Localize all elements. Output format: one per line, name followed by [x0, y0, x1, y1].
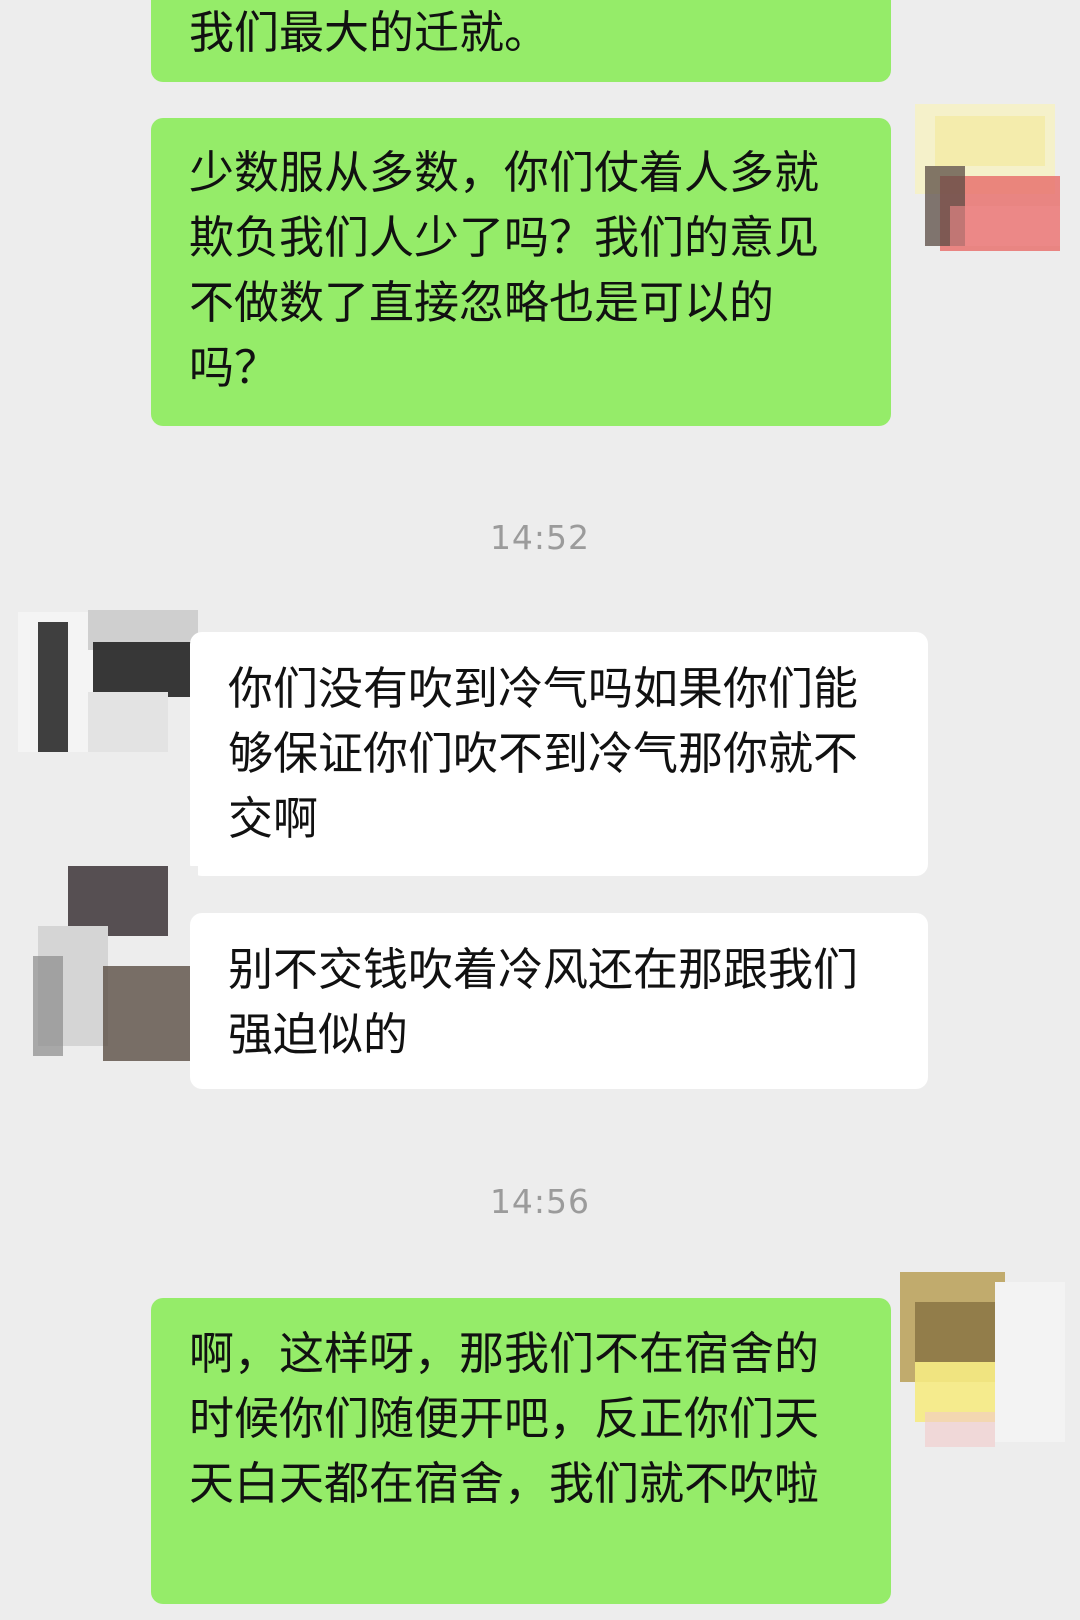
avatar-self-icon[interactable]	[895, 1262, 1070, 1452]
message-bubble-sent[interactable]: 我们最大的迁就。	[151, 0, 891, 82]
avatar-self-icon[interactable]	[905, 96, 1065, 266]
message-bubble-sent[interactable]: 少数服从多数，你们仗着人多就欺负我们人少了吗？我们的意见不做数了直接忽略也是可以…	[151, 118, 891, 426]
avatar-contact-icon[interactable]	[8, 866, 198, 1066]
message-bubble-received[interactable]: 你们没有吹到冷气吗如果你们能够保证你们吹不到冷气那你就不交啊	[190, 632, 928, 876]
message-bubble-received[interactable]: 别不交钱吹着冷风还在那跟我们强迫似的	[190, 913, 928, 1089]
message-bubble-sent[interactable]: 啊，这样呀，那我们不在宿舍的时候你们随便开吧，反正你们天天白天都在宿舍，我们就不…	[151, 1298, 891, 1604]
message-timestamp: 14:52	[489, 518, 591, 557]
message-timestamp: 14:56	[489, 1182, 591, 1221]
avatar-contact-icon[interactable]	[8, 592, 198, 767]
